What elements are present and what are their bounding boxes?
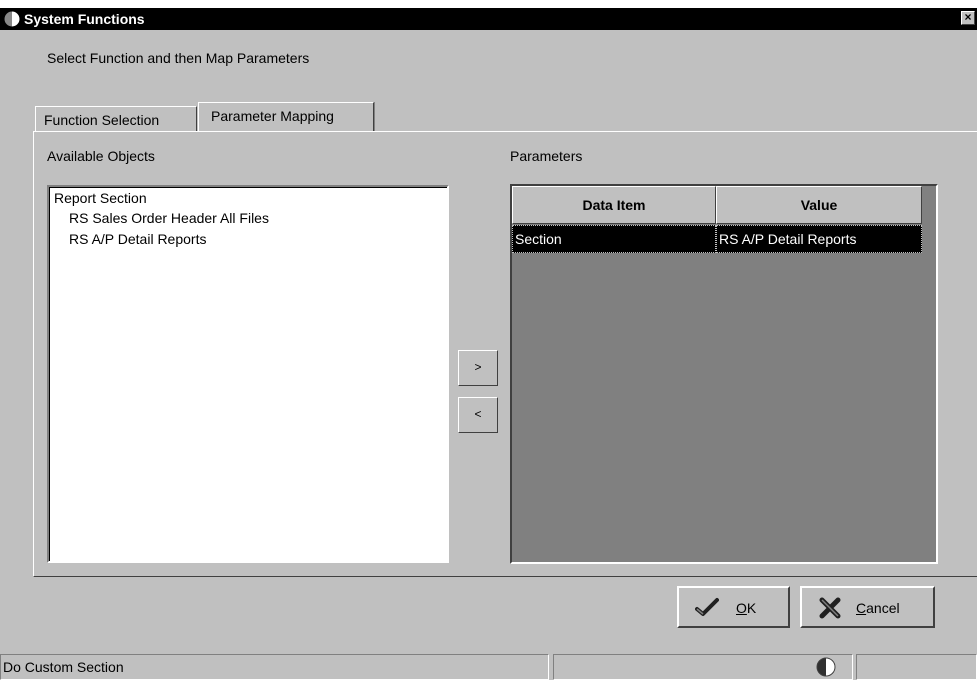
window-title: System Functions bbox=[24, 11, 145, 27]
table-row[interactable]: Section RS A/P Detail Reports bbox=[512, 225, 924, 253]
title-bar: System Functions × bbox=[0, 8, 977, 30]
cancel-label-rest: ancel bbox=[866, 600, 900, 616]
available-objects-label: Available Objects bbox=[47, 148, 155, 164]
cell-data-item[interactable]: Section bbox=[512, 225, 716, 253]
instruction-text: Select Function and then Map Parameters bbox=[47, 50, 310, 66]
list-item[interactable]: Report Section bbox=[54, 190, 147, 206]
close-button[interactable]: × bbox=[961, 11, 975, 25]
grid-header: Data Item Value bbox=[512, 186, 924, 224]
column-header-value[interactable]: Value bbox=[716, 186, 922, 224]
available-objects-list[interactable]: Report Section RS Sales Order Header All… bbox=[47, 185, 449, 563]
cancel-button[interactable]: Cancel bbox=[800, 586, 935, 628]
ok-label: OK bbox=[736, 600, 757, 616]
x-cancel-icon bbox=[819, 597, 841, 619]
status-segment-end bbox=[856, 654, 977, 680]
globe-icon bbox=[816, 657, 836, 677]
checkmark-icon bbox=[695, 598, 719, 616]
status-segment bbox=[553, 654, 853, 680]
list-item[interactable]: RS A/P Detail Reports bbox=[69, 231, 206, 247]
column-header-data-item[interactable]: Data Item bbox=[512, 186, 716, 224]
parameters-grid[interactable]: Data Item Value Section RS A/P Detail Re… bbox=[510, 184, 938, 564]
globe-icon bbox=[3, 10, 21, 28]
ok-button[interactable]: OK bbox=[677, 586, 790, 628]
cancel-label: Cancel bbox=[856, 600, 900, 616]
tab-function-selection[interactable]: Function Selection bbox=[35, 106, 197, 131]
parameters-label: Parameters bbox=[510, 148, 583, 164]
grid-scrollbar[interactable] bbox=[922, 186, 936, 562]
tab-parameter-mapping[interactable]: Parameter Mapping bbox=[198, 102, 374, 132]
list-item[interactable]: RS Sales Order Header All Files bbox=[69, 210, 269, 226]
cell-value[interactable]: RS A/P Detail Reports bbox=[716, 225, 922, 253]
add-parameter-button[interactable]: > bbox=[458, 350, 498, 386]
ok-label-rest: K bbox=[746, 600, 757, 616]
status-text: Do Custom Section bbox=[0, 654, 549, 680]
status-bar: Do Custom Section bbox=[0, 654, 977, 680]
remove-parameter-button[interactable]: < bbox=[458, 397, 498, 433]
system-functions-window: System Functions × Select Function and t… bbox=[0, 0, 977, 680]
top-margin bbox=[0, 0, 977, 8]
